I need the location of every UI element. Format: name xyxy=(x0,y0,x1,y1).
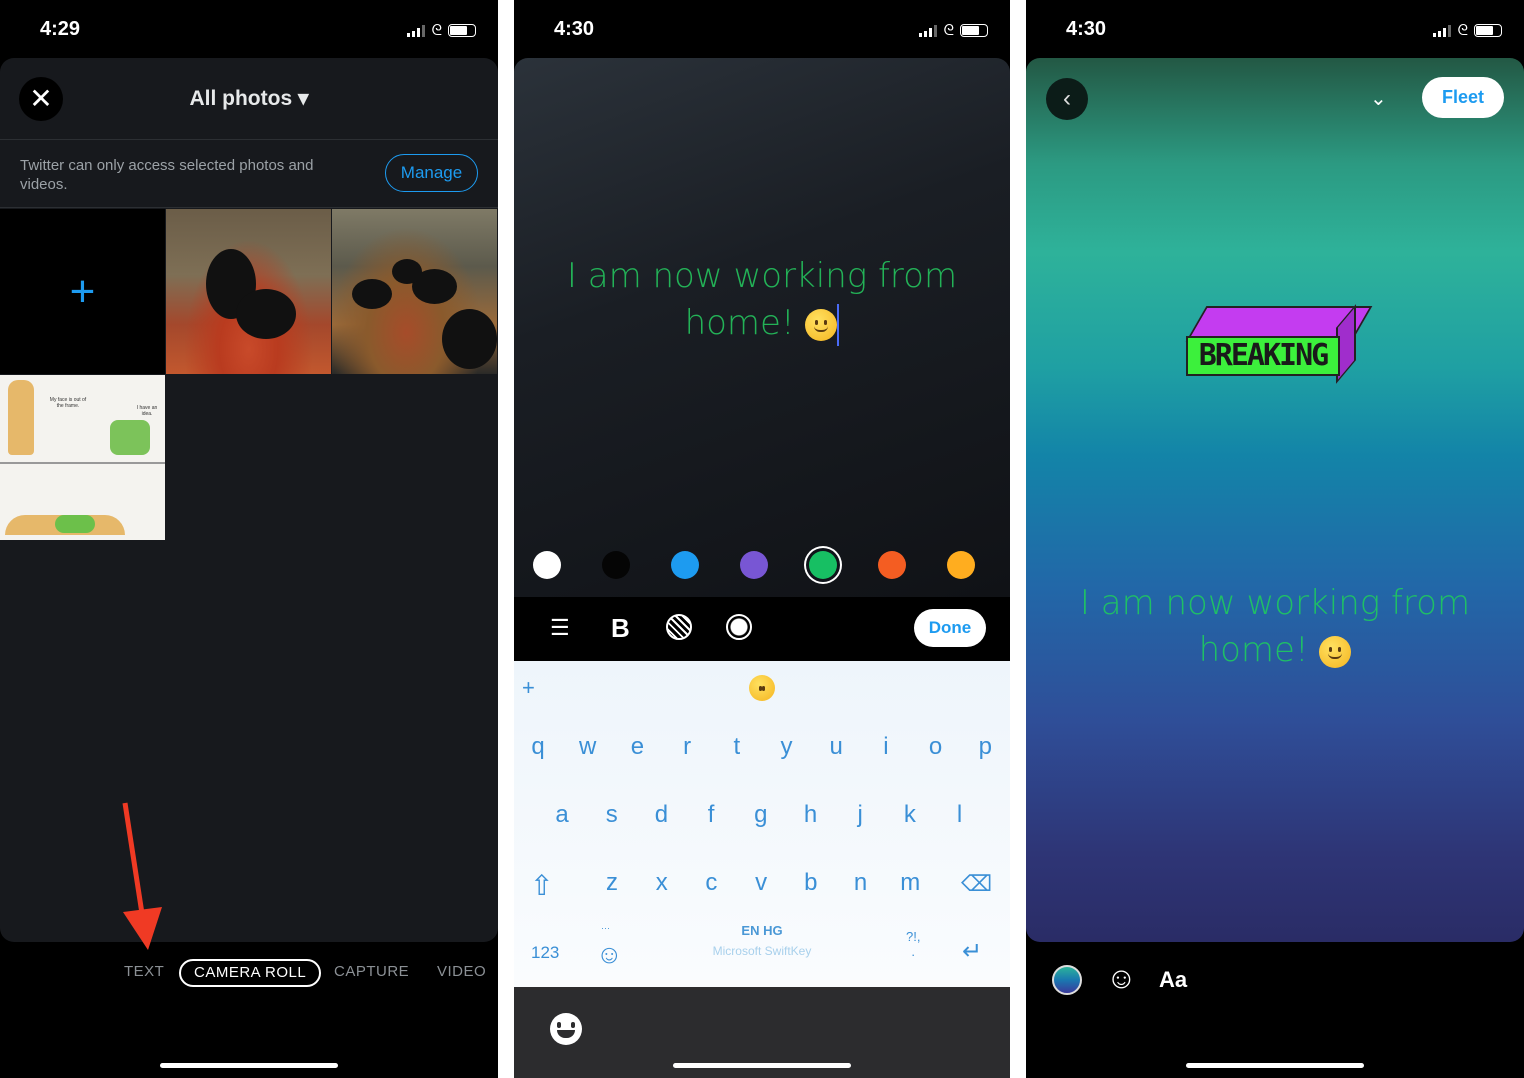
status-icons: ᘓ xyxy=(1433,22,1502,39)
emoji-keyboard-icon[interactable] xyxy=(550,1013,582,1045)
emoji-suggestion[interactable] xyxy=(749,675,775,701)
key-p[interactable]: p xyxy=(965,727,1005,767)
status-time: 4:30 xyxy=(1066,18,1107,40)
fleet-text-line-1[interactable]: I am now working from xyxy=(1026,579,1524,627)
signal-icon xyxy=(919,24,938,37)
key-f[interactable]: f xyxy=(691,795,731,835)
key-o[interactable]: o xyxy=(916,727,956,767)
status-icons: ᘓ xyxy=(919,22,988,39)
color-swatch[interactable] xyxy=(878,551,906,579)
home-indicator xyxy=(1186,1063,1364,1068)
battery-icon xyxy=(960,24,988,37)
ring-icon[interactable] xyxy=(726,614,752,640)
color-swatch[interactable] xyxy=(671,551,699,579)
color-swatch[interactable] xyxy=(740,551,768,579)
key-m[interactable]: m xyxy=(890,863,930,903)
done-button[interactable]: Done xyxy=(914,609,986,647)
key-k[interactable]: k xyxy=(890,795,930,835)
color-swatch[interactable] xyxy=(533,551,561,579)
punctuation-label: ?!, xyxy=(906,929,921,944)
key-row-3: zxcvbnm xyxy=(514,863,1010,903)
text-canvas[interactable]: I am now working from home! xyxy=(514,58,1010,598)
text-format-toolbar: ☰ B Done xyxy=(514,597,1010,661)
hotspot-icon: ᘓ xyxy=(1457,22,1468,39)
key-a[interactable]: a xyxy=(542,795,582,835)
key-z[interactable]: z xyxy=(592,863,632,903)
period-label: . xyxy=(911,944,916,959)
slightly-smiling-emoji xyxy=(749,675,775,701)
key-s[interactable]: s xyxy=(592,795,632,835)
color-swatch[interactable] xyxy=(602,551,630,579)
emoji-key[interactable]: ☺ xyxy=(596,939,623,970)
status-time: 4:30 xyxy=(554,18,595,40)
key-h[interactable]: h xyxy=(791,795,831,835)
key-v[interactable]: v xyxy=(741,863,781,903)
home-indicator xyxy=(160,1063,338,1068)
space-bar[interactable]: EN HG Microsoft SwiftKey xyxy=(664,923,860,973)
return-key[interactable]: ↵ xyxy=(962,937,982,966)
swiftkey-keyboard: + qwertyuiop asdfghjkl zxcvbnm ⇧ ⌫ 123 ·… xyxy=(514,661,1010,987)
fleet-text-line-2: home! xyxy=(684,303,795,343)
key-u[interactable]: u xyxy=(816,727,856,767)
text-tool-button[interactable]: Aa xyxy=(1159,965,1187,995)
sticker-text: BREAKING xyxy=(1186,336,1340,376)
sticker-icon[interactable]: ☺ xyxy=(1106,960,1137,998)
key-c[interactable]: c xyxy=(691,863,731,903)
key-l[interactable]: l xyxy=(940,795,980,835)
fleet-preview-screen: 4:30 ᘓ ‹ ⌄ Fleet BREAKING I am now worki… xyxy=(1026,0,1524,1078)
align-center-icon[interactable]: ☰ xyxy=(550,611,570,645)
fleet-text-line-1[interactable]: I am now working from xyxy=(514,252,1010,300)
battery-icon xyxy=(1474,24,1502,37)
fleet-canvas: ‹ ⌄ Fleet BREAKING I am now working from… xyxy=(1026,58,1524,942)
ellipsis: ··· xyxy=(601,923,610,933)
back-button[interactable]: ‹ xyxy=(1046,78,1088,120)
home-indicator xyxy=(673,1063,851,1068)
numbers-key[interactable]: 123 xyxy=(531,943,559,963)
text-color-palette xyxy=(514,551,1010,579)
slightly-smiling-emoji xyxy=(805,308,838,341)
signal-icon xyxy=(1433,24,1452,37)
key-e[interactable]: e xyxy=(617,727,657,767)
key-x[interactable]: x xyxy=(642,863,682,903)
fleet-text-line-2-wrap[interactable]: home! xyxy=(1026,626,1524,674)
key-y[interactable]: y xyxy=(767,727,807,767)
key-t[interactable]: t xyxy=(717,727,757,767)
key-q[interactable]: q xyxy=(518,727,558,767)
key-g[interactable]: g xyxy=(741,795,781,835)
key-w[interactable]: w xyxy=(568,727,608,767)
language-label: EN HG xyxy=(741,923,783,938)
key-row-2: asdfghjkl xyxy=(514,795,1010,835)
chevron-left-icon: ‹ xyxy=(1063,85,1071,112)
red-arrow-annotation xyxy=(122,802,162,950)
color-swatch[interactable] xyxy=(809,551,837,579)
fleet-tools-bar: ☺ Aa xyxy=(1026,960,1524,1000)
fleet-text-line-2: home! xyxy=(1198,630,1309,670)
punctuation-key[interactable]: ?!,. xyxy=(906,929,920,959)
key-r[interactable]: r xyxy=(667,727,707,767)
shift-key[interactable]: ⇧ xyxy=(530,869,553,902)
swiftkey-brand: Microsoft SwiftKey xyxy=(712,944,812,958)
key-j[interactable]: j xyxy=(840,795,880,835)
hotspot-icon: ᘓ xyxy=(943,22,954,39)
text-cursor xyxy=(837,303,840,346)
key-d[interactable]: d xyxy=(641,795,681,835)
color-swatch[interactable] xyxy=(947,551,975,579)
gradient-color-icon[interactable] xyxy=(1052,965,1082,995)
toolbar-plus-button[interactable]: + xyxy=(522,675,535,701)
fleet-button[interactable]: Fleet xyxy=(1422,77,1504,118)
bold-button[interactable]: B xyxy=(611,611,630,645)
fleet-text-line-2-wrap[interactable]: home! xyxy=(514,299,1010,347)
fleet-text-editor-screen: 4:30 ᘓ I am now working from home! ☰ B D… xyxy=(514,0,1010,1078)
photo-picker-screen: 4:29 ᘓ ✕ All photos ▾ Twitter can only a… xyxy=(0,0,498,1078)
key-n[interactable]: n xyxy=(841,863,881,903)
backspace-key[interactable]: ⌫ xyxy=(961,871,992,897)
slightly-smiling-emoji xyxy=(1319,635,1352,668)
key-b[interactable]: b xyxy=(791,863,831,903)
breaking-sticker[interactable]: BREAKING xyxy=(1185,304,1373,384)
striped-circle-icon[interactable] xyxy=(666,614,692,640)
key-i[interactable]: i xyxy=(866,727,906,767)
key-row-1: qwertyuiop xyxy=(514,727,1010,767)
chevron-down-icon[interactable]: ⌄ xyxy=(1370,86,1387,111)
